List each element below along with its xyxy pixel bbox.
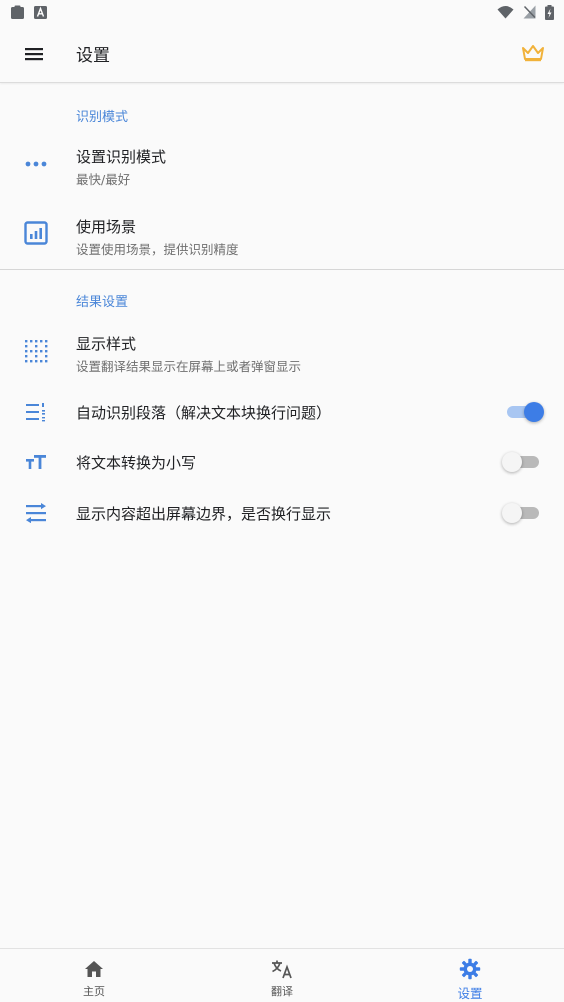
more-dots-icon [22, 150, 50, 178]
keyboard-a-icon [34, 5, 47, 19]
setting-title: 将文本转换为小写 [76, 454, 197, 472]
settings-gear-icon [459, 958, 481, 980]
status-right [497, 4, 554, 20]
nav-label: 翻译 [271, 985, 293, 998]
setting-row-wrap-text[interactable]: 显示内容超出屏幕边界，是否换行显示 [0, 493, 564, 533]
bottom-navigation: 主页 翻译 设置 [0, 948, 564, 1002]
wifi-icon [497, 5, 514, 19]
nav-item-home[interactable]: 主页 [0, 949, 188, 1002]
page-title: 设置 [76, 46, 110, 66]
wrap-text-toggle[interactable] [502, 501, 540, 523]
toggle-thumb [524, 402, 544, 422]
setting-title: 显示样式 [76, 335, 137, 353]
grid-dots-icon [22, 337, 50, 365]
crown-icon[interactable] [520, 40, 546, 66]
setting-subtitle: 最快/最好 [76, 172, 131, 187]
setting-row-lowercase[interactable]: 将文本转换为小写 [0, 442, 564, 482]
setting-subtitle: 设置使用场景，提供识别精度 [76, 242, 239, 257]
bar-chart-icon [22, 219, 50, 247]
nav-item-translate[interactable]: 翻译 [188, 949, 376, 1002]
setting-title: 使用场景 [76, 218, 137, 236]
setting-title: 显示内容超出屏幕边界，是否换行显示 [76, 505, 332, 523]
setting-subtitle: 设置翻译结果显示在屏幕上或者弹窗显示 [76, 359, 302, 374]
hamburger-menu-icon[interactable] [20, 40, 48, 68]
translate-icon [271, 958, 293, 980]
paragraph-list-icon [22, 398, 50, 426]
status-left [10, 5, 47, 20]
toggle-thumb [502, 503, 522, 523]
section-divider [0, 269, 564, 270]
setting-title: 自动识别段落（解决文本块换行问题） [76, 404, 332, 422]
nav-label: 设置 [457, 986, 483, 1001]
setting-row-auto-paragraph[interactable]: 自动识别段落（解决文本块换行问题） [0, 392, 564, 432]
battery-charging-icon [545, 4, 554, 20]
app-bar: 设置 [0, 24, 564, 83]
toggle-thumb [502, 452, 522, 472]
signal-off-icon [523, 5, 536, 19]
section-header-recognition: 识别模式 [76, 110, 129, 125]
text-case-icon [22, 448, 50, 476]
setting-row-display-style[interactable]: 显示样式 设置翻译结果显示在屏幕上或者弹窗显示 [0, 322, 564, 382]
setting-title: 设置识别模式 [76, 148, 167, 166]
setting-row-recognition-mode[interactable]: 设置识别模式 最快/最好 [0, 136, 564, 200]
clipboard-icon [10, 5, 25, 20]
auto-paragraph-toggle[interactable] [506, 400, 544, 422]
home-icon [83, 958, 105, 980]
status-bar [0, 0, 564, 24]
wrap-text-icon [22, 499, 50, 527]
nav-item-settings[interactable]: 设置 [376, 949, 564, 1002]
nav-label: 主页 [83, 985, 105, 998]
lowercase-toggle[interactable] [502, 450, 540, 472]
setting-row-usage-scenario[interactable]: 使用场景 设置使用场景，提供识别精度 [0, 205, 564, 267]
section-header-result: 结果设置 [76, 295, 129, 310]
